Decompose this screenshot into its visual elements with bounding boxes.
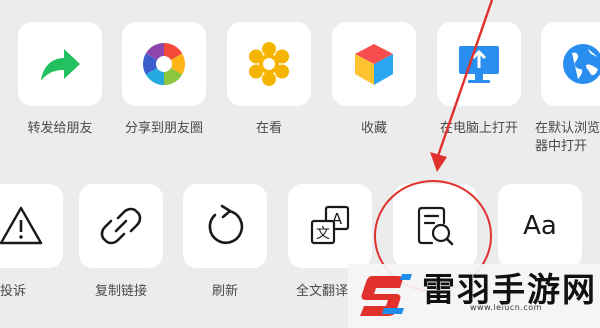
open-in-browser-label: 在默认浏览器中打开 — [535, 121, 600, 154]
brand-logo-icon — [360, 274, 412, 316]
favorites-cube-icon — [355, 44, 393, 85]
watermark-brand: 雷羽手游网 — [348, 264, 600, 328]
translate-icon: A 文 — [310, 205, 350, 245]
font-size-button[interactable]: Aa — [498, 184, 582, 268]
refresh-icon — [208, 204, 244, 244]
favorites-label: 收藏 — [360, 121, 387, 136]
open-in-browser-button[interactable] — [541, 22, 600, 106]
computer-open-icon — [459, 46, 499, 83]
open-on-computer-button[interactable] — [437, 22, 521, 106]
refresh-label: 刷新 — [211, 284, 238, 299]
forward-to-friend-button[interactable] — [18, 22, 102, 106]
font-size-icon: Aa — [523, 211, 557, 241]
forward-to-friend-label: 转发给朋友 — [27, 121, 93, 136]
favorites-button[interactable] — [332, 22, 416, 106]
svg-text:文: 文 — [316, 226, 330, 242]
full-translation-label: 全文翻译 — [296, 284, 349, 299]
open-on-computer-label: 在电脑上打开 — [439, 121, 518, 136]
copy-link-button[interactable] — [79, 184, 163, 268]
warning-icon — [0, 206, 43, 245]
link-icon — [100, 207, 142, 245]
refresh-button[interactable] — [183, 184, 267, 268]
watermark-url: www.leiucn.com — [470, 303, 542, 312]
complain-label: 投诉 — [0, 284, 27, 299]
forward-arrow-icon — [41, 49, 80, 81]
browser-globe-icon — [563, 44, 600, 84]
moments-aperture-icon — [142, 42, 186, 85]
copy-link-label: 复制链接 — [94, 284, 147, 299]
share-to-moments-button[interactable] — [122, 22, 206, 106]
annotation-arrow-head — [430, 152, 447, 172]
wow-button[interactable] — [227, 22, 311, 106]
search-in-page-button[interactable] — [393, 184, 477, 268]
full-translation-button[interactable]: A 文 — [288, 184, 372, 268]
search-in-page-icon — [417, 206, 454, 246]
wow-label: 在看 — [255, 121, 282, 136]
watermark-brand-text: 雷羽手游网 — [422, 270, 597, 309]
complain-button[interactable] — [0, 184, 63, 268]
share-to-moments-label: 分享到朋友圈 — [124, 121, 203, 136]
wow-star-icon — [249, 42, 289, 86]
